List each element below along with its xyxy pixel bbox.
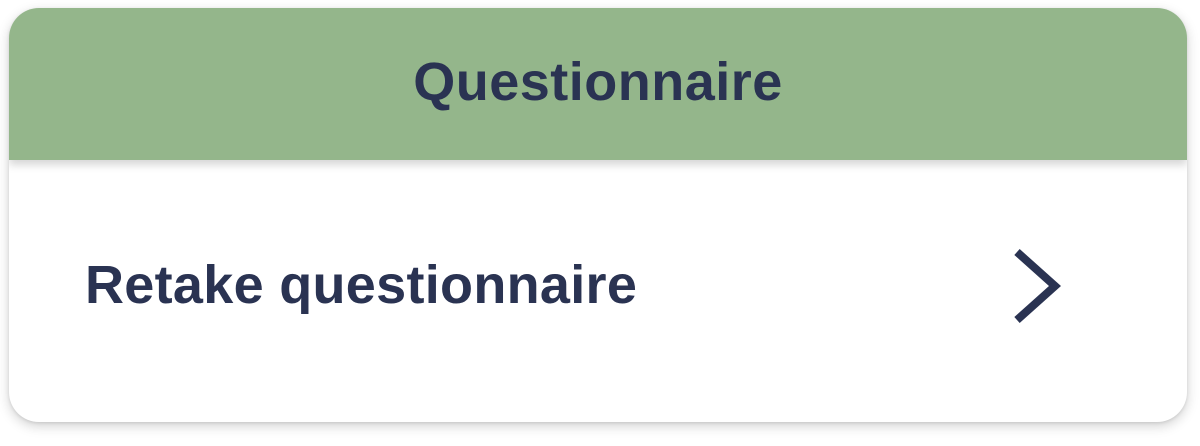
card-header: Questionnaire bbox=[9, 8, 1187, 160]
questionnaire-card: Questionnaire Retake questionnaire bbox=[9, 8, 1187, 422]
retake-questionnaire-label: Retake questionnaire bbox=[85, 255, 638, 315]
chevron-right-icon bbox=[1014, 249, 1061, 323]
retake-questionnaire-button[interactable]: Retake questionnaire bbox=[9, 160, 1187, 422]
card-title: Questionnaire bbox=[413, 52, 783, 112]
